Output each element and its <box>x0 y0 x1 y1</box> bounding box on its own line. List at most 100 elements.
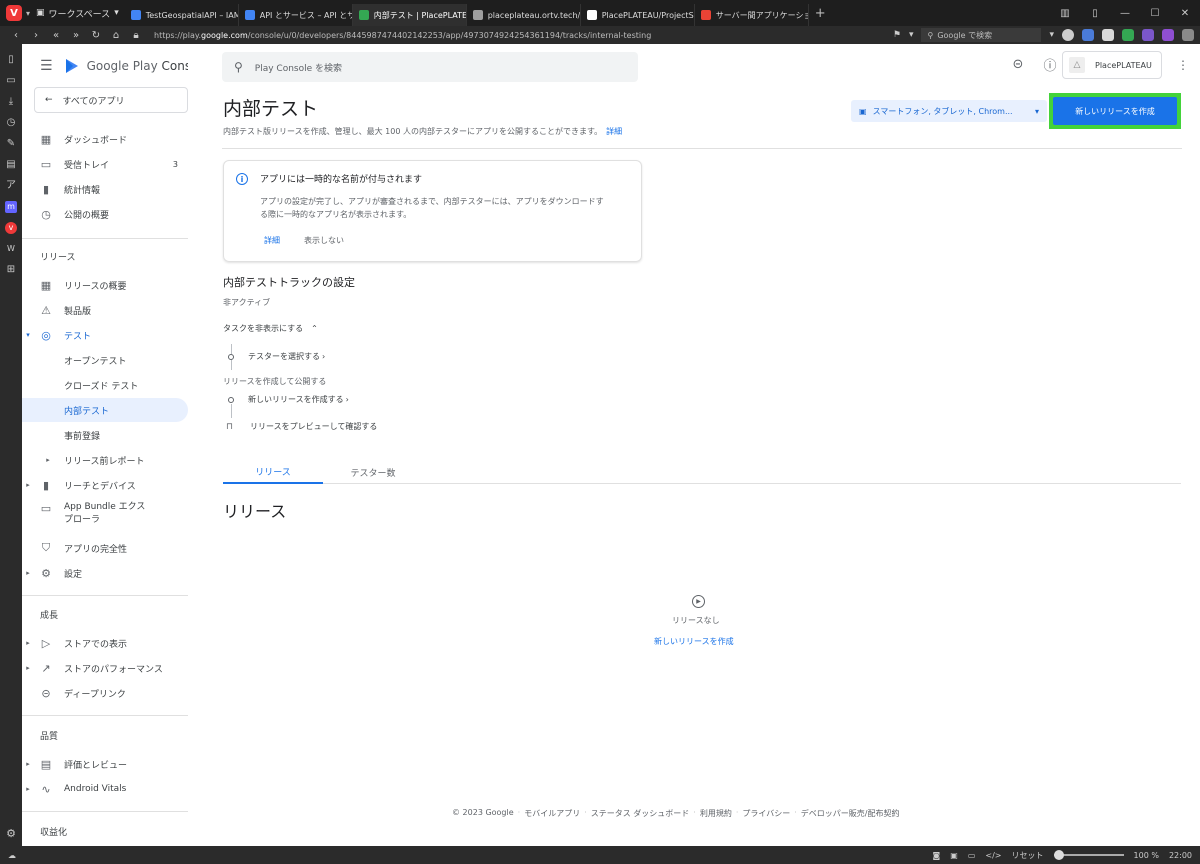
zoom-slider[interactable] <box>1053 850 1124 860</box>
footer-link-mobile-app[interactable]: モバイルアプリ <box>524 808 580 819</box>
gear-icon[interactable]: ⚙ <box>6 827 16 840</box>
device-type-selector[interactable]: ▣ スマートフォン, タブレット, Chrom... ▾ <box>851 100 1047 122</box>
new-tab-icon[interactable]: + <box>815 6 826 21</box>
vivaldi-panel-icon[interactable]: v <box>5 222 17 234</box>
task-label: 新しいリリースを作成する <box>248 395 344 404</box>
history-icon[interactable]: ◷ <box>5 117 17 129</box>
close-icon[interactable]: ✕ <box>1170 8 1200 19</box>
workspace-button[interactable]: ▣ ワークスペース ▾ <box>36 7 119 20</box>
vivaldi-logo-icon[interactable]: V <box>6 5 22 21</box>
reload-icon[interactable]: ↻ <box>86 30 106 41</box>
footer-link-privacy[interactable]: プライバシー <box>742 808 790 819</box>
minimize-icon[interactable]: — <box>1110 8 1140 19</box>
sidebar-item-store-performance[interactable]: ▸ ↗ ストアのパフォーマンス <box>22 656 188 680</box>
maximize-icon[interactable]: ☐ <box>1140 8 1170 19</box>
window-panel-icon[interactable]: ▤ <box>5 159 17 171</box>
task-select-testers[interactable]: テスターを選択する › <box>228 351 325 362</box>
link-icon[interactable]: ⊝ <box>1010 56 1026 72</box>
cloud-sync-icon[interactable]: ☁ <box>8 851 16 860</box>
all-apps-button[interactable]: ← すべてのアプリ <box>34 87 188 113</box>
footer-link-terms[interactable]: 利用規約 <box>700 808 732 819</box>
hide-tasks-toggle[interactable]: タスクを非表示にする ⌃ <box>223 323 318 334</box>
url-field[interactable]: https://play.google.com/console/u/0/deve… <box>154 31 893 40</box>
zoom-reset-button[interactable]: リセット <box>1012 850 1044 861</box>
page-tiling-icon[interactable]: ▭ <box>968 851 976 860</box>
sidebar-item-settings[interactable]: ▸ ⚙ 設定 <box>22 561 188 585</box>
sidebar-item-internal-testing[interactable]: 内部テスト <box>22 398 188 422</box>
brand-name[interactable]: Google Play Console <box>87 59 188 73</box>
sidebar-item-closed-testing[interactable]: クローズド テスト <box>22 373 188 397</box>
mastodon-icon[interactable]: m <box>5 201 17 213</box>
chevron-down-icon[interactable]: ▾ <box>909 30 914 40</box>
code-icon[interactable]: </> <box>985 851 1001 860</box>
browser-search-field[interactable]: ⚲ Google で検索 <box>921 28 1042 42</box>
chevron-down-icon[interactable]: ▾ <box>26 9 30 18</box>
extension-icon[interactable] <box>1122 29 1134 41</box>
translate-icon[interactable]: ア <box>5 180 17 192</box>
zoom-slider-knob[interactable] <box>1053 850 1064 860</box>
sidebar-item-open-testing[interactable]: オープンテスト <box>22 348 188 372</box>
sidebar-item-android-vitals[interactable]: ▸ ∿ Android Vitals <box>22 777 188 801</box>
sidebar-item-ratings-reviews[interactable]: ▸ ▤ 評価とレビュー <box>22 752 188 776</box>
page-details-link[interactable]: 詳細 <box>606 127 622 136</box>
extension-icon[interactable] <box>1082 29 1094 41</box>
extension-icon[interactable] <box>1142 29 1154 41</box>
bookmarks-panel-icon[interactable]: ▯ <box>5 54 17 66</box>
more-vert-icon[interactable]: ⋮ <box>1177 58 1189 72</box>
forward-icon[interactable]: › <box>26 30 46 41</box>
image-icon[interactable]: ▣ <box>950 851 958 860</box>
sidebar-item-store-presence[interactable]: ▸ ▷ ストアでの表示 <box>22 631 188 655</box>
sidebar-item-reach-devices[interactable]: ▸ ▮ リーチとデバイス <box>22 473 188 497</box>
footer-link-dda[interactable]: デベロッパー販売/配布契約 <box>801 808 900 819</box>
browser-tab[interactable]: API とサービス – API とサービス <box>239 4 353 26</box>
capture-icon[interactable]: ◙ <box>933 851 941 860</box>
sidebar-item-inbox[interactable]: ▭ 受信トレイ 3 <box>22 152 188 176</box>
create-new-release-button[interactable]: 新しいリリースを作成 <box>1053 97 1177 125</box>
tile-icon[interactable]: ▯ <box>1080 8 1110 19</box>
trash-icon[interactable]: ▥ <box>1050 8 1080 19</box>
tab-testers[interactable]: テスター数 <box>323 460 423 484</box>
browser-tab-active[interactable]: 内部テスト | PlacePLATEAU <box>352 4 467 26</box>
releases-section-title: リリース <box>223 502 287 521</box>
account-switcher[interactable]: △ PlacePLATEAU <box>1062 51 1162 79</box>
help-icon[interactable]: ⓘ <box>1042 56 1058 74</box>
sidebar-item-pre-launch-report[interactable]: ▸ リリース前レポート <box>22 448 188 472</box>
profile-avatar-icon[interactable] <box>1062 29 1074 41</box>
info-card-details-link[interactable]: 詳細 <box>264 235 280 246</box>
create-release-link[interactable]: 新しいリリースを作成 <box>654 636 734 647</box>
bookmark-icon[interactable]: ⚑ <box>893 30 901 40</box>
sidebar-item-deep-links[interactable]: ⊝ ディープリンク <box>22 681 188 705</box>
sidebar-item-dashboard[interactable]: ▦ ダッシュボード <box>22 127 188 151</box>
sidebar-item-pre-registration[interactable]: 事前登録 <box>22 423 188 447</box>
chevron-down-icon[interactable]: ▾ <box>1049 30 1054 40</box>
sidebar-item-testing[interactable]: ▾ ◎ テスト <box>22 323 188 347</box>
notes-icon[interactable]: ✎ <box>5 138 17 150</box>
browser-tab[interactable]: サーバー間アプリケーションに OA <box>695 4 809 26</box>
console-search-input[interactable]: ⚲ Play Console を検索 <box>222 52 638 82</box>
sidebar-item-release-overview[interactable]: ▦ リリースの概要 <box>22 273 188 297</box>
sidebar-item-production[interactable]: ⚠ 製品版 <box>22 298 188 322</box>
rewind-icon[interactable]: « <box>46 30 66 41</box>
sidebar-item-publishing-overview[interactable]: ◷ 公開の概要 <box>22 202 188 226</box>
extension-icon[interactable] <box>1102 29 1114 41</box>
back-icon[interactable]: ‹ <box>6 30 26 41</box>
footer-link-status-dashboard[interactable]: ステータス ダッシュボード <box>591 808 690 819</box>
wikipedia-icon[interactable]: W <box>5 243 17 255</box>
tab-releases[interactable]: リリース <box>223 460 323 484</box>
extension-icon[interactable] <box>1162 29 1174 41</box>
browser-tab[interactable]: TestGeospatialAPI – IAM と <box>125 4 239 26</box>
sidebar-item-bundle-explorer[interactable]: ▭ App Bundle エクスプローラ <box>22 498 188 528</box>
sidebar-item-app-integrity[interactable]: ⛉ アプリの完全性 <box>22 536 188 560</box>
sidebar-item-statistics[interactable]: ▮ 統計情報 <box>22 177 188 201</box>
extension-icon[interactable] <box>1182 29 1194 41</box>
fast-forward-icon[interactable]: » <box>66 30 86 41</box>
reading-list-icon[interactable]: ▭ <box>5 75 17 87</box>
task-create-release[interactable]: 新しいリリースを作成する › <box>228 394 349 405</box>
home-icon[interactable]: ⌂ <box>106 30 126 41</box>
browser-tab[interactable]: PlacePLATEAU/ProjectSetti <box>581 4 695 26</box>
menu-icon[interactable]: ☰ <box>40 58 53 74</box>
downloads-icon[interactable]: ⤓ <box>5 96 17 108</box>
browser-tab[interactable]: placeplateau.ortv.tech/toke <box>467 4 581 26</box>
info-card-dismiss-button[interactable]: 表示しない <box>304 235 344 246</box>
add-panel-icon[interactable]: ⊞ <box>5 264 17 276</box>
